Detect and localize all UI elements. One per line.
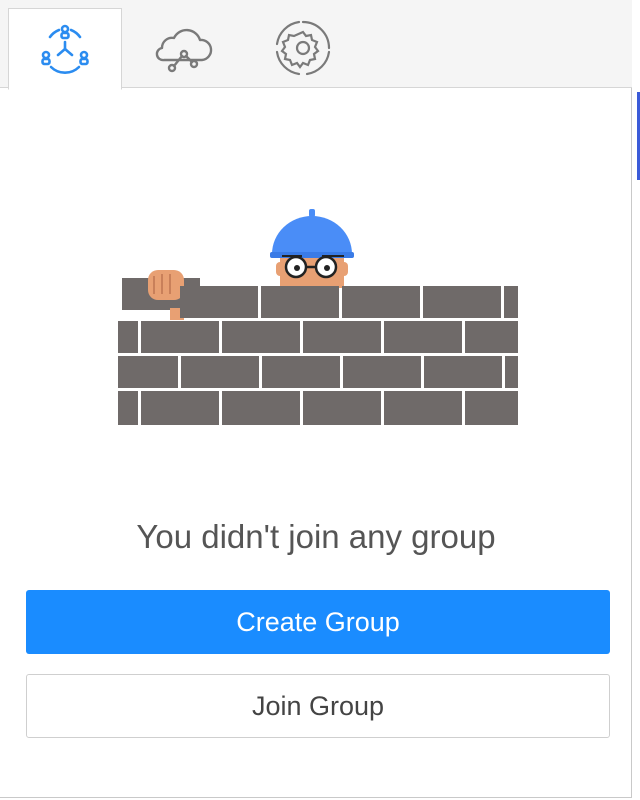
tab-bar [0,0,632,90]
empty-state-message: You didn't join any group [136,518,496,555]
tab-groups[interactable] [8,8,122,90]
worker-face [276,255,348,288]
create-group-button[interactable]: Create Group [26,590,610,654]
groups-panel: You didn't join any group Create Group J… [0,0,632,798]
background-window-edge [632,0,640,800]
worker-helmet [270,209,354,258]
cloud-share-icon [155,28,213,73]
tab-settings[interactable] [246,8,360,88]
tab-cloud[interactable] [126,8,240,88]
groups-icon [41,24,89,74]
worker-wall-illustration [118,209,518,425]
join-group-button[interactable]: Join Group [26,674,610,738]
settings-gear-icon [275,20,331,76]
